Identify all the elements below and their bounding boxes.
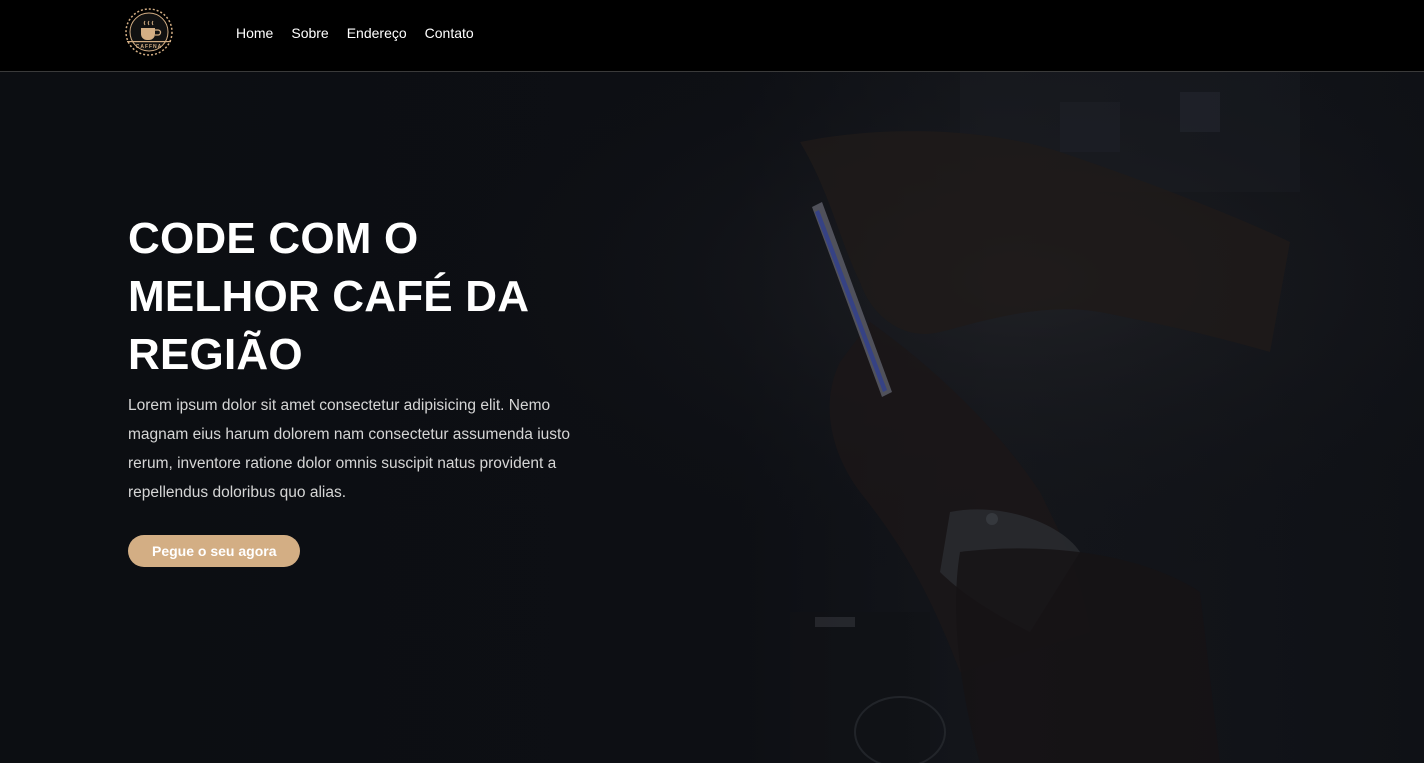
hero-content: CODE COM O MELHOR CAFÉ DA REGIÃO Lorem i…: [128, 210, 598, 567]
hero-description: Lorem ipsum dolor sit amet consectetur a…: [128, 397, 570, 501]
hero-title-line: MELHOR CAFÉ DA: [128, 272, 530, 321]
hero-title: CODE COM O MELHOR CAFÉ DA REGIÃO: [128, 210, 598, 384]
navbar: CAFFNA Home Sobre Endereço Contato: [0, 0, 1424, 72]
nav-endereco-link[interactable]: Endereço: [347, 25, 407, 41]
nav-home-link[interactable]: Home: [236, 25, 273, 41]
nav-contato-link[interactable]: Contato: [425, 25, 474, 41]
logo-text: CAFFNA: [136, 44, 163, 50]
main-nav: Home Sobre Endereço Contato: [236, 25, 492, 41]
cta-button[interactable]: Pegue o seu agora: [128, 535, 301, 567]
hero-title-line: CODE COM O: [128, 214, 419, 263]
cafe-logo-icon[interactable]: CAFFNA: [119, 6, 179, 58]
hero-section: CODE COM O MELHOR CAFÉ DA REGIÃO Lorem i…: [0, 72, 1424, 763]
nav-sobre-link[interactable]: Sobre: [291, 25, 328, 41]
hero-title-line: REGIÃO: [128, 330, 303, 379]
